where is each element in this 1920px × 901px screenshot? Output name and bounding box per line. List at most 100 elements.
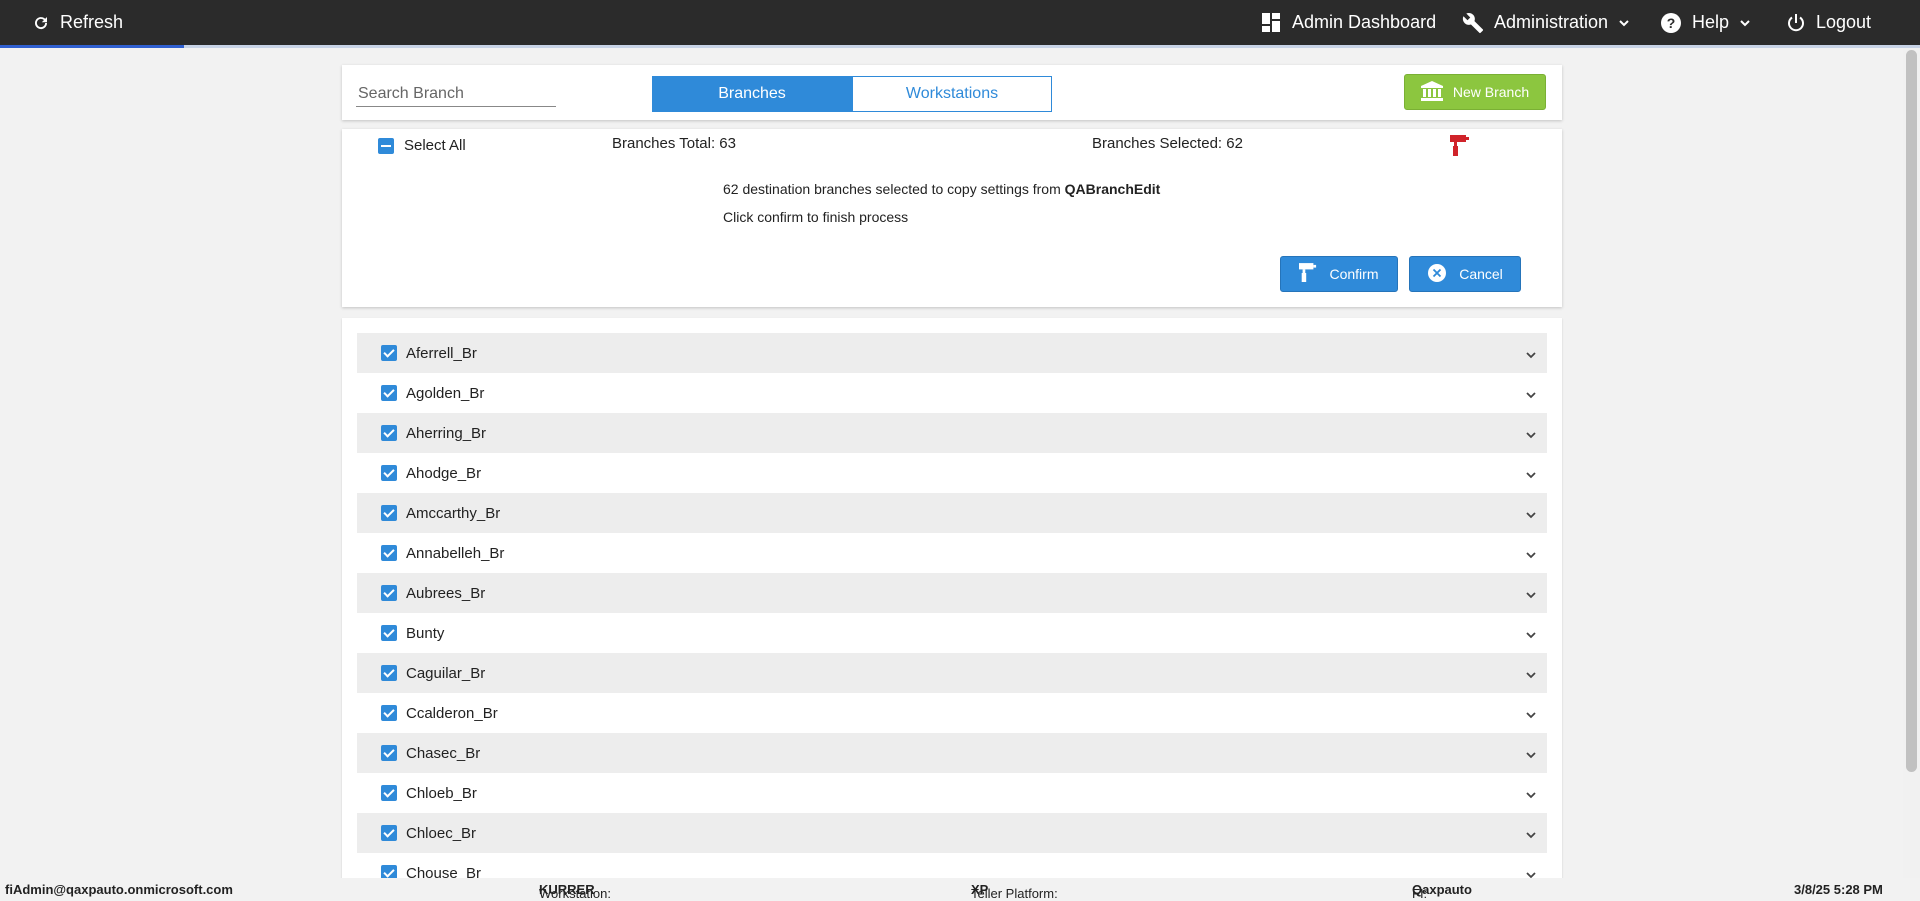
branch-row[interactable]: Ccalderon_Br xyxy=(357,693,1547,733)
refresh-icon xyxy=(32,14,50,32)
branch-list: Aferrell_Br Agolden_Br Aherring_Br Ahodge_B… xyxy=(357,333,1547,880)
logout-button[interactable]: Logout xyxy=(1786,0,1871,45)
branch-checkbox[interactable] xyxy=(381,505,397,521)
branch-row[interactable]: Aferrell_Br xyxy=(357,333,1547,373)
footer-user: fiAdmin@qaxpauto.onmicrosoft.com xyxy=(5,882,233,897)
refresh-button[interactable]: Refresh xyxy=(32,0,123,45)
footer-workstation: Workstation: KURRER xyxy=(539,882,611,901)
branch-name: Aferrell_Br xyxy=(406,344,477,362)
chevron-down-icon[interactable] xyxy=(1525,548,1537,566)
branch-row[interactable]: Agolden_Br xyxy=(357,373,1547,413)
chevron-down-icon[interactable] xyxy=(1525,388,1537,406)
branch-checkbox[interactable] xyxy=(381,785,397,801)
branch-name: Ahodge_Br xyxy=(406,464,482,482)
branches-selected: Branches Selected: 62 xyxy=(1092,135,1243,152)
branch-checkbox[interactable] xyxy=(381,705,397,721)
page-scrollbar[interactable] xyxy=(1903,48,1920,894)
branch-name: Chasec_Br xyxy=(406,744,481,762)
chevron-down-icon[interactable] xyxy=(1525,788,1537,806)
branch-name: Bunty xyxy=(406,624,445,642)
branch-checkbox[interactable] xyxy=(381,465,397,481)
branch-checkbox[interactable] xyxy=(381,665,397,681)
chevron-down-icon[interactable] xyxy=(1525,668,1537,686)
branch-row[interactable]: Chloec_Br xyxy=(357,813,1547,853)
refresh-label: Refresh xyxy=(60,12,124,32)
footer-platform: Teller Platform: XP xyxy=(971,882,1058,901)
branch-row[interactable]: Aherring_Br xyxy=(357,413,1547,453)
cancel-label: Cancel xyxy=(1459,266,1503,282)
tab-workstations[interactable]: Workstations xyxy=(852,76,1052,112)
chevron-down-icon[interactable] xyxy=(1525,468,1537,486)
logout-label: Logout xyxy=(1816,12,1872,32)
view-tabs: Branches Workstations xyxy=(652,76,1052,112)
branch-row[interactable]: Ahodge_Br xyxy=(357,453,1547,493)
branch-row[interactable]: Amccarthy_Br xyxy=(357,493,1547,533)
branch-name: Aubrees_Br xyxy=(406,584,486,602)
branch-name: Chloeb_Br xyxy=(406,784,477,802)
chevron-down-icon[interactable] xyxy=(1525,588,1537,606)
chevron-down-icon[interactable] xyxy=(1525,628,1537,646)
administration-menu[interactable]: Administration xyxy=(1462,0,1630,45)
branch-checkbox[interactable] xyxy=(381,345,397,361)
branch-row[interactable]: Aubrees_Br xyxy=(357,573,1547,613)
confirm-button[interactable]: Confirm xyxy=(1280,256,1398,292)
branch-name: Annabelleh_Br xyxy=(406,544,505,562)
branch-name: Amccarthy_Br xyxy=(406,504,501,522)
chevron-down-icon[interactable] xyxy=(1525,348,1537,366)
footer-fi: FI: Qaxpauto xyxy=(1412,882,1472,901)
branch-checkbox[interactable] xyxy=(381,745,397,761)
confirm-instruction: Click confirm to finish process xyxy=(723,209,909,225)
branch-checkbox[interactable] xyxy=(381,825,397,841)
branch-checkbox[interactable] xyxy=(381,545,397,561)
workstation-label: Workstation: xyxy=(539,886,612,901)
top-navbar: Refresh Admin Dashboard Administration ?… xyxy=(0,0,1920,48)
administration-label: Administration xyxy=(1494,12,1609,32)
branch-row[interactable]: Chloeb_Br xyxy=(357,773,1547,813)
search-branch-input[interactable] xyxy=(356,81,556,107)
copy-settings-panel: Select All Branches Total: 63 Branches S… xyxy=(342,129,1562,307)
dashboard-icon xyxy=(1262,12,1282,33)
paint-roller-icon[interactable] xyxy=(1450,135,1470,162)
branch-checkbox[interactable] xyxy=(381,625,397,641)
confirm-label: Confirm xyxy=(1329,266,1379,282)
tab-branches[interactable]: Branches xyxy=(652,76,852,112)
platform-label: Teller Platform: xyxy=(971,886,1058,901)
branch-row[interactable]: Caguilar_Br xyxy=(357,653,1547,693)
chevron-down-icon[interactable] xyxy=(1525,508,1537,526)
cancel-button[interactable]: Cancel xyxy=(1409,256,1521,292)
branch-row[interactable]: Chouse_Br xyxy=(357,853,1547,880)
help-icon: ? xyxy=(1660,12,1682,34)
new-branch-button[interactable]: New Branch xyxy=(1404,74,1546,110)
scrollbar-thumb[interactable] xyxy=(1906,50,1917,772)
admin-dashboard-label: Admin Dashboard xyxy=(1292,12,1437,32)
chevron-down-icon xyxy=(1618,17,1630,29)
branch-checkbox[interactable] xyxy=(381,585,397,601)
svg-text:?: ? xyxy=(1667,15,1676,31)
help-label: Help xyxy=(1692,12,1730,32)
chevron-down-icon[interactable] xyxy=(1525,748,1537,766)
chevron-down-icon[interactable] xyxy=(1525,428,1537,446)
source-branch-name: QABranchEdit xyxy=(1064,181,1161,197)
admin-dashboard-link[interactable]: Admin Dashboard xyxy=(1262,0,1436,45)
status-footer: fiAdmin@qaxpauto.onmicrosoft.com Worksta… xyxy=(0,878,1920,901)
help-menu[interactable]: ? Help xyxy=(1660,0,1751,45)
branch-row[interactable]: Annabelleh_Br xyxy=(357,533,1547,573)
branch-checkbox[interactable] xyxy=(381,425,397,441)
copy-message-text: 62 destination branches selected to copy… xyxy=(723,181,1065,197)
branch-checkbox[interactable] xyxy=(381,385,397,401)
branch-list-card: Aferrell_Br Agolden_Br Aherring_Br Ahodge_B… xyxy=(342,318,1562,880)
chevron-down-icon[interactable] xyxy=(1525,828,1537,846)
branch-name: Ccalderon_Br xyxy=(406,704,498,722)
branch-row[interactable]: Chasec_Br xyxy=(357,733,1547,773)
chevron-down-icon[interactable] xyxy=(1525,708,1537,726)
paint-roller-icon xyxy=(1299,262,1317,286)
branch-row[interactable]: Bunty xyxy=(357,613,1547,653)
branches-total: Branches Total: 63 xyxy=(612,135,736,152)
select-all-checkbox[interactable]: Select All xyxy=(378,137,466,154)
footer-datetime: 3/8/25 5:28 PM xyxy=(1794,882,1883,897)
branch-name: Caguilar_Br xyxy=(406,664,486,682)
loading-progress-bar xyxy=(0,45,1920,48)
bank-icon xyxy=(1420,80,1443,104)
branch-header-card: Branches Workstations New Branch xyxy=(342,65,1562,120)
fi-label: FI: xyxy=(1412,886,1428,901)
